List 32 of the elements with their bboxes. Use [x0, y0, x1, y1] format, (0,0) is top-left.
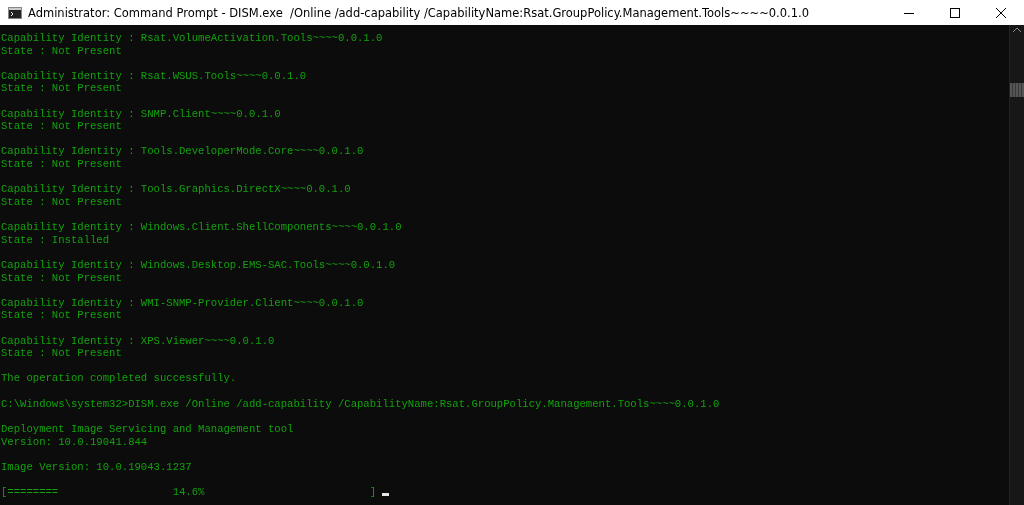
console-line: Capability Identity : Windows.Client.ShellComponents~~~~0.0.1.0 — [1, 221, 402, 234]
scroll-up-icon[interactable] — [1013, 27, 1021, 32]
window-title: Administrator: Command Prompt - DISM.exe /Online /add-capability /CapabilityName:Rsat.GroupPolicy.Management.Tools~~~~0.0.1.0 — [28, 5, 811, 20]
console-line: Image Version: 10.0.19043.1237 — [1, 460, 192, 473]
console-line: State : Not Present — [1, 195, 122, 208]
close-icon — [996, 7, 1006, 18]
console-line: Capability Identity : XPS.Viewer~~~~0.0.1.0 — [1, 334, 275, 347]
console-line: The operation completed successfully. — [1, 372, 237, 385]
console-line: Version: 10.0.19041.844 — [1, 435, 148, 448]
console-line: State : Not Present — [1, 271, 122, 284]
console-line: State : Not Present — [1, 309, 122, 322]
console-line: State : Not Present — [1, 158, 122, 171]
console-line: Capability Identity : Rsat.VolumeActivation.Tools~~~~0.0.1.0 — [1, 32, 383, 44]
console-line: State : Not Present — [1, 82, 122, 95]
console-line: State : Not Present — [1, 44, 122, 57]
console-line: State : Not Present — [1, 347, 122, 360]
scrollbar[interactable] — [1009, 25, 1024, 505]
console-line: Capability Identity : Tools.Graphics.DirectX~~~~0.0.1.0 — [1, 183, 351, 196]
console-line: Capability Identity : Windows.Desktop.EMS-SAC.Tools~~~~0.0.1.0 — [1, 258, 396, 271]
console-line: Capability Identity : Tools.DeveloperMode.Core~~~~0.0.1.0 — [1, 145, 364, 158]
maximize-icon — [950, 7, 960, 18]
console-line: Capability Identity : WMI-SNMP-Provider.Client~~~~0.0.1.0 — [1, 296, 364, 309]
console-line: Capability Identity : SNMP.Client~~~~0.0.1.0 — [1, 107, 281, 120]
console-line: C:\Windows\system32>DISM.exe /Online /add-capability /CapabilityName:Rsat.GroupPolicy.Management.Tools~~~~0.0.1.0 — [1, 397, 720, 410]
console-line: Deployment Image Servicing and Management tool — [1, 422, 294, 435]
console-line: State : Installed — [1, 233, 110, 246]
terminal-icon — [8, 6, 22, 19]
cursor-icon — [382, 492, 390, 496]
console-line: Capability Identity : Rsat.WSUS.Tools~~~~0.0.1.0 — [1, 69, 307, 82]
scroll-thumb[interactable] — [1010, 83, 1024, 97]
console-line: [======== 14.6% ] — [1, 485, 377, 498]
console-line: State : Not Present — [1, 120, 122, 133]
